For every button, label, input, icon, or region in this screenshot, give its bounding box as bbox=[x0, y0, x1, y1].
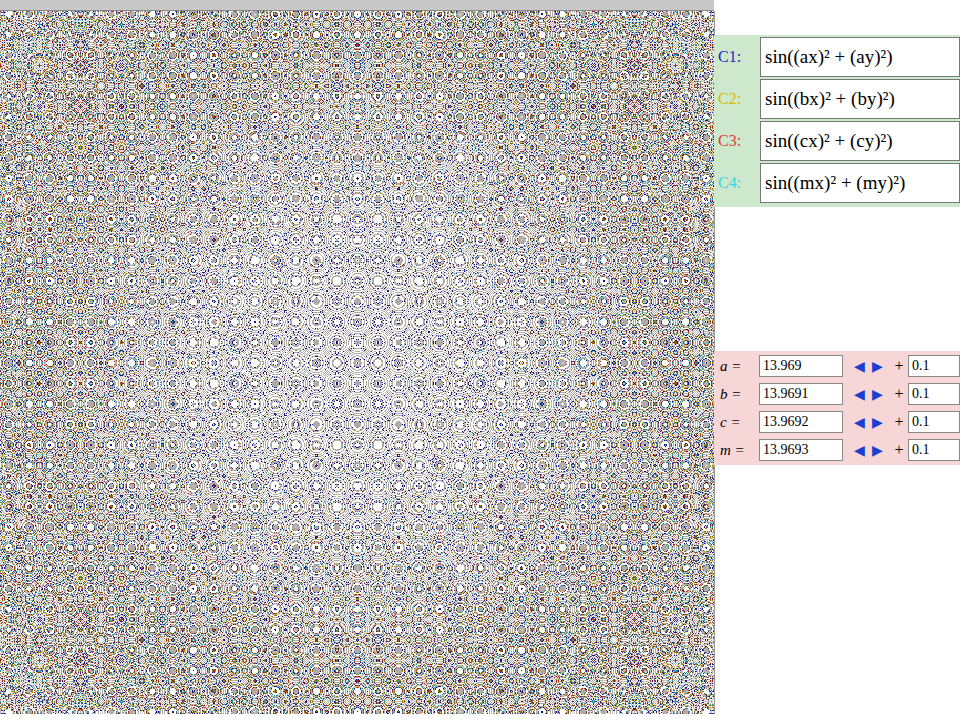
increment-icon[interactable]: ▶ bbox=[870, 358, 884, 375]
parameter-name: a = bbox=[714, 358, 756, 375]
curve-row: C2:sin((bx)² + (by)²) bbox=[716, 79, 960, 119]
step-field[interactable]: 0.1 bbox=[908, 383, 960, 405]
parameter-name: b = bbox=[714, 386, 756, 403]
step-field[interactable]: 0.1 bbox=[908, 411, 960, 433]
parameter-value-field[interactable]: 13.969 bbox=[759, 355, 843, 377]
formula-field[interactable]: sin((mx)² + (my)²) bbox=[760, 163, 960, 203]
decrement-icon[interactable]: ◀ bbox=[852, 386, 866, 403]
parameter-value-field[interactable]: 13.9692 bbox=[759, 411, 843, 433]
top-strip bbox=[0, 0, 714, 11]
curve-label: C1: bbox=[716, 48, 756, 66]
parameter-value-field[interactable]: 13.9691 bbox=[759, 383, 843, 405]
curve-row: C4:sin((mx)² + (my)²) bbox=[716, 163, 960, 203]
parameter-row: a =13.969◀▶+0.1 bbox=[714, 353, 960, 379]
curve-panel: C1:sin((ax)² + (ay)²)C2:sin((bx)² + (by)… bbox=[714, 35, 960, 207]
curve-label: C2: bbox=[716, 90, 756, 108]
parameter-name: c = bbox=[714, 414, 756, 431]
plus-sign: + bbox=[893, 385, 905, 403]
formula-field[interactable]: sin((bx)² + (by)²) bbox=[760, 79, 960, 119]
arrow-group: ◀▶ bbox=[846, 442, 890, 459]
plot-canvas bbox=[0, 11, 715, 714]
decrement-icon[interactable]: ◀ bbox=[852, 358, 866, 375]
arrow-group: ◀▶ bbox=[846, 358, 890, 375]
curve-row: C3:sin((cx)² + (cy)²) bbox=[716, 121, 960, 161]
step-field[interactable]: 0.1 bbox=[908, 439, 960, 461]
parameter-name: m = bbox=[714, 442, 756, 459]
plus-sign: + bbox=[893, 413, 905, 431]
arrow-group: ◀▶ bbox=[846, 386, 890, 403]
curve-row: C1:sin((ax)² + (ay)²) bbox=[716, 37, 960, 77]
parameter-value-field[interactable]: 13.9693 bbox=[759, 439, 843, 461]
parameter-row: m =13.9693◀▶+0.1 bbox=[714, 437, 960, 463]
increment-icon[interactable]: ▶ bbox=[870, 442, 884, 459]
parameter-panel: a =13.969◀▶+0.1b =13.9691◀▶+0.1c =13.969… bbox=[714, 351, 960, 465]
formula-field[interactable]: sin((cx)² + (cy)²) bbox=[760, 121, 960, 161]
decrement-icon[interactable]: ◀ bbox=[852, 414, 866, 431]
arrow-group: ◀▶ bbox=[846, 414, 890, 431]
formula-field[interactable]: sin((ax)² + (ay)²) bbox=[760, 37, 960, 77]
parameter-row: c =13.9692◀▶+0.1 bbox=[714, 409, 960, 435]
curve-label: C4: bbox=[716, 174, 756, 192]
plus-sign: + bbox=[893, 441, 905, 459]
parameter-row: b =13.9691◀▶+0.1 bbox=[714, 381, 960, 407]
plus-sign: + bbox=[893, 357, 905, 375]
curve-label: C3: bbox=[716, 132, 756, 150]
increment-icon[interactable]: ▶ bbox=[870, 386, 884, 403]
decrement-icon[interactable]: ◀ bbox=[852, 442, 866, 459]
step-field[interactable]: 0.1 bbox=[908, 355, 960, 377]
increment-icon[interactable]: ▶ bbox=[870, 414, 884, 431]
